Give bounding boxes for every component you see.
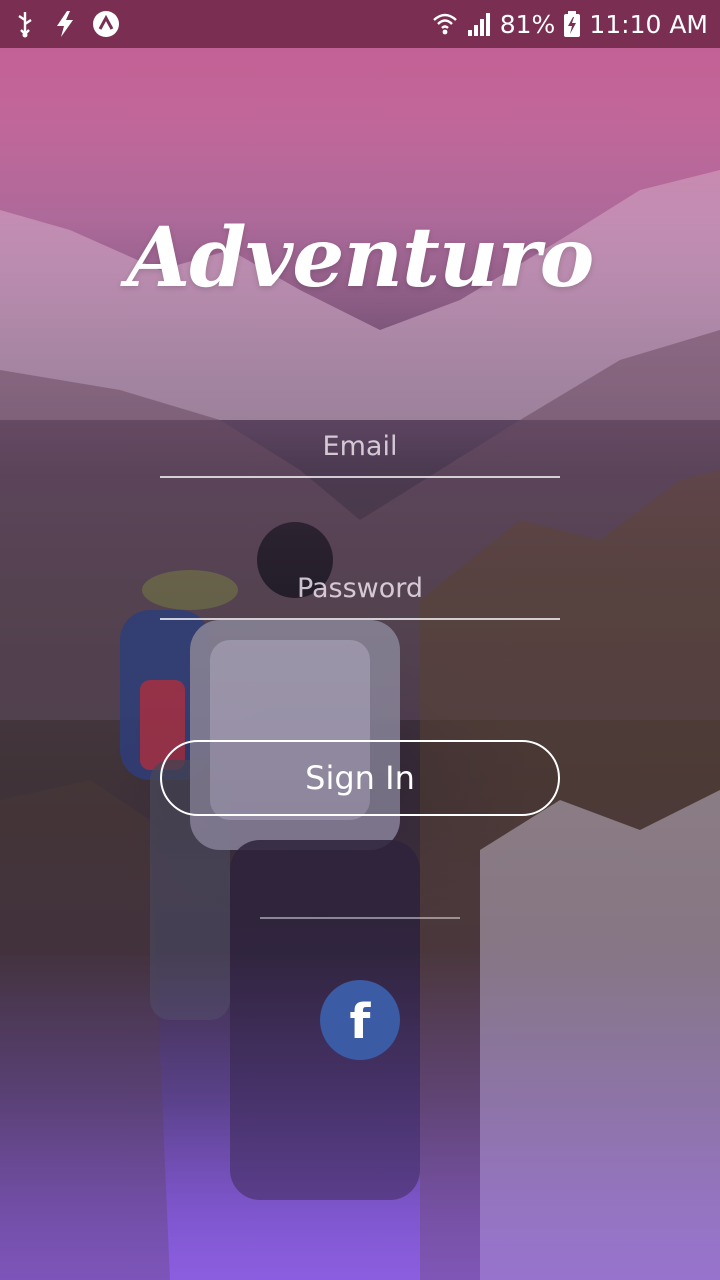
- app-title: Adventuro: [126, 210, 595, 306]
- divider: [260, 917, 460, 919]
- battery-percent: 81%: [499, 9, 556, 39]
- sign-in-label: Sign In: [305, 759, 415, 797]
- usb-icon: [18, 12, 32, 38]
- email-field-container: [160, 416, 560, 478]
- facebook-icon: f: [349, 994, 371, 1050]
- gradient-overlay: [0, 0, 720, 1280]
- status-time: 11:10 AM: [589, 9, 708, 39]
- app-notification-icon: [93, 11, 119, 37]
- password-input[interactable]: [160, 558, 560, 618]
- facebook-login-button[interactable]: f: [320, 980, 400, 1060]
- status-bar: 81% 11:10 AM: [0, 0, 720, 48]
- battery-icon: [564, 11, 581, 37]
- email-input[interactable]: [160, 416, 560, 476]
- sign-in-button[interactable]: Sign In: [160, 740, 560, 816]
- wifi-icon: [432, 13, 457, 35]
- signal-icon: [467, 13, 490, 36]
- charging-bolt-icon: [57, 11, 73, 37]
- password-field-container: [160, 558, 560, 620]
